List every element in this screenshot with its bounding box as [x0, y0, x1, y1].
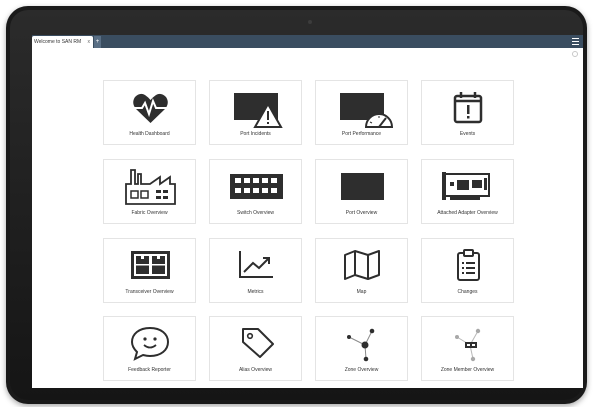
- tile-zone-overview[interactable]: Zone Overview: [315, 316, 408, 381]
- tile-label: Attached Adapter Overview: [437, 210, 498, 216]
- tile-label: Feedback Reporter: [128, 367, 171, 373]
- hamburger-menu-icon[interactable]: [572, 38, 579, 45]
- tile-port-incidents[interactable]: Port Incidents: [209, 80, 302, 145]
- tile-label: Changes: [457, 289, 478, 295]
- tile-attached-adapter-overview[interactable]: Attached Adapter Overview: [421, 159, 514, 224]
- camera-dot: [308, 20, 312, 24]
- tile-label: Transceiver Overview: [125, 289, 174, 295]
- tile-alias-overview[interactable]: Alias Overview: [209, 316, 302, 381]
- tile-port-overview[interactable]: Port Overview: [315, 159, 408, 224]
- tile-label: Zone Member Overview: [440, 367, 495, 373]
- tile-label: Events: [459, 131, 476, 137]
- tile-label: Switch Overview: [237, 210, 274, 216]
- settings-icon[interactable]: [572, 51, 578, 57]
- app-screen: Welcome to SAN RM x + Health Dashboard P…: [32, 35, 583, 388]
- tile-label: Port Performance: [341, 131, 382, 137]
- tile-metrics[interactable]: Metrics: [209, 238, 302, 303]
- tile-label: Health Dashboard: [129, 131, 170, 137]
- tab-welcome[interactable]: Welcome to SAN RM x: [32, 36, 93, 48]
- tile-label: Fabric Overview: [131, 210, 168, 216]
- tile-events[interactable]: Events: [421, 80, 514, 145]
- tile-label: Map: [356, 289, 367, 295]
- tile-label: Zone Overview: [344, 367, 379, 373]
- tile-label: Port Overview: [345, 210, 378, 216]
- tile-port-performance[interactable]: Port Performance: [315, 80, 408, 145]
- add-tab-button[interactable]: +: [94, 36, 101, 48]
- tile-label: Port Incidents: [240, 131, 271, 137]
- tile-label: Alias Overview: [238, 367, 273, 373]
- tab-close-icon[interactable]: x: [88, 36, 91, 48]
- tab-bar: Welcome to SAN RM x +: [32, 35, 583, 48]
- tile-health-dashboard[interactable]: Health Dashboard: [103, 80, 196, 145]
- tile-changes[interactable]: Changes: [421, 238, 514, 303]
- tablet-frame: Welcome to SAN RM x + Health Dashboard P…: [6, 6, 587, 404]
- tile-feedback-reporter[interactable]: Feedback Reporter: [103, 316, 196, 381]
- tile-fabric-overview[interactable]: Fabric Overview: [103, 159, 196, 224]
- tile-switch-overview[interactable]: Switch Overview: [209, 159, 302, 224]
- tile-label: Metrics: [247, 289, 264, 295]
- tile-map[interactable]: Map: [315, 238, 408, 303]
- tile-zone-member-overview[interactable]: Zone Member Overview: [421, 316, 514, 381]
- tab-title: Welcome to SAN RM: [34, 39, 82, 45]
- tile-transceiver-overview[interactable]: Transceiver Overview: [103, 238, 196, 303]
